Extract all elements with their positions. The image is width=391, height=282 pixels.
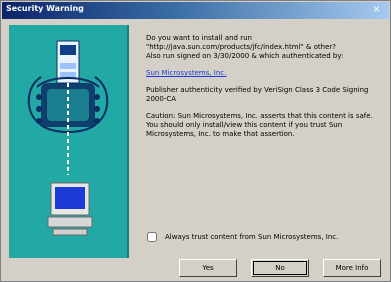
install-line-1: Do you want to install and run [146,34,252,42]
install-line-2: "http://java.sun.com/products/jfc/index.… [146,43,336,51]
publisher-link-text[interactable]: Sun Microsystems, Inc. [146,69,226,77]
install-question: Do you want to install and run "http://j… [146,34,386,61]
authenticity-text: Publisher authenticity verified by VeriS… [146,86,369,103]
security-illustration-panel [9,25,129,258]
no-button[interactable]: No [251,259,309,277]
title-bar: Security Warning × [2,2,389,19]
dialog-content: Do you want to install and run "http://j… [146,34,386,147]
dialog-title: Security Warning [6,4,84,13]
yes-button[interactable]: Yes [179,259,237,277]
install-line-3: Also run signed on 3/30/2000 & which aut… [146,52,344,60]
trust-checkbox[interactable] [147,232,157,242]
security-warning-dialog: Security Warning × Do you want to instal… [0,0,391,282]
dialog-buttons: Yes No More Info [179,259,381,277]
publisher-link[interactable]: Sun Microsystems, Inc. [146,69,386,78]
close-button[interactable]: × [370,4,383,16]
more-info-button[interactable]: More Info [323,259,381,277]
caution-text: Caution: Sun Microsystems, Inc. asserts … [146,112,373,138]
trust-checkbox-label: Always trust content from Sun Microsyste… [165,232,339,241]
trust-checkbox-row[interactable]: Always trust content from Sun Microsyste… [147,232,338,242]
